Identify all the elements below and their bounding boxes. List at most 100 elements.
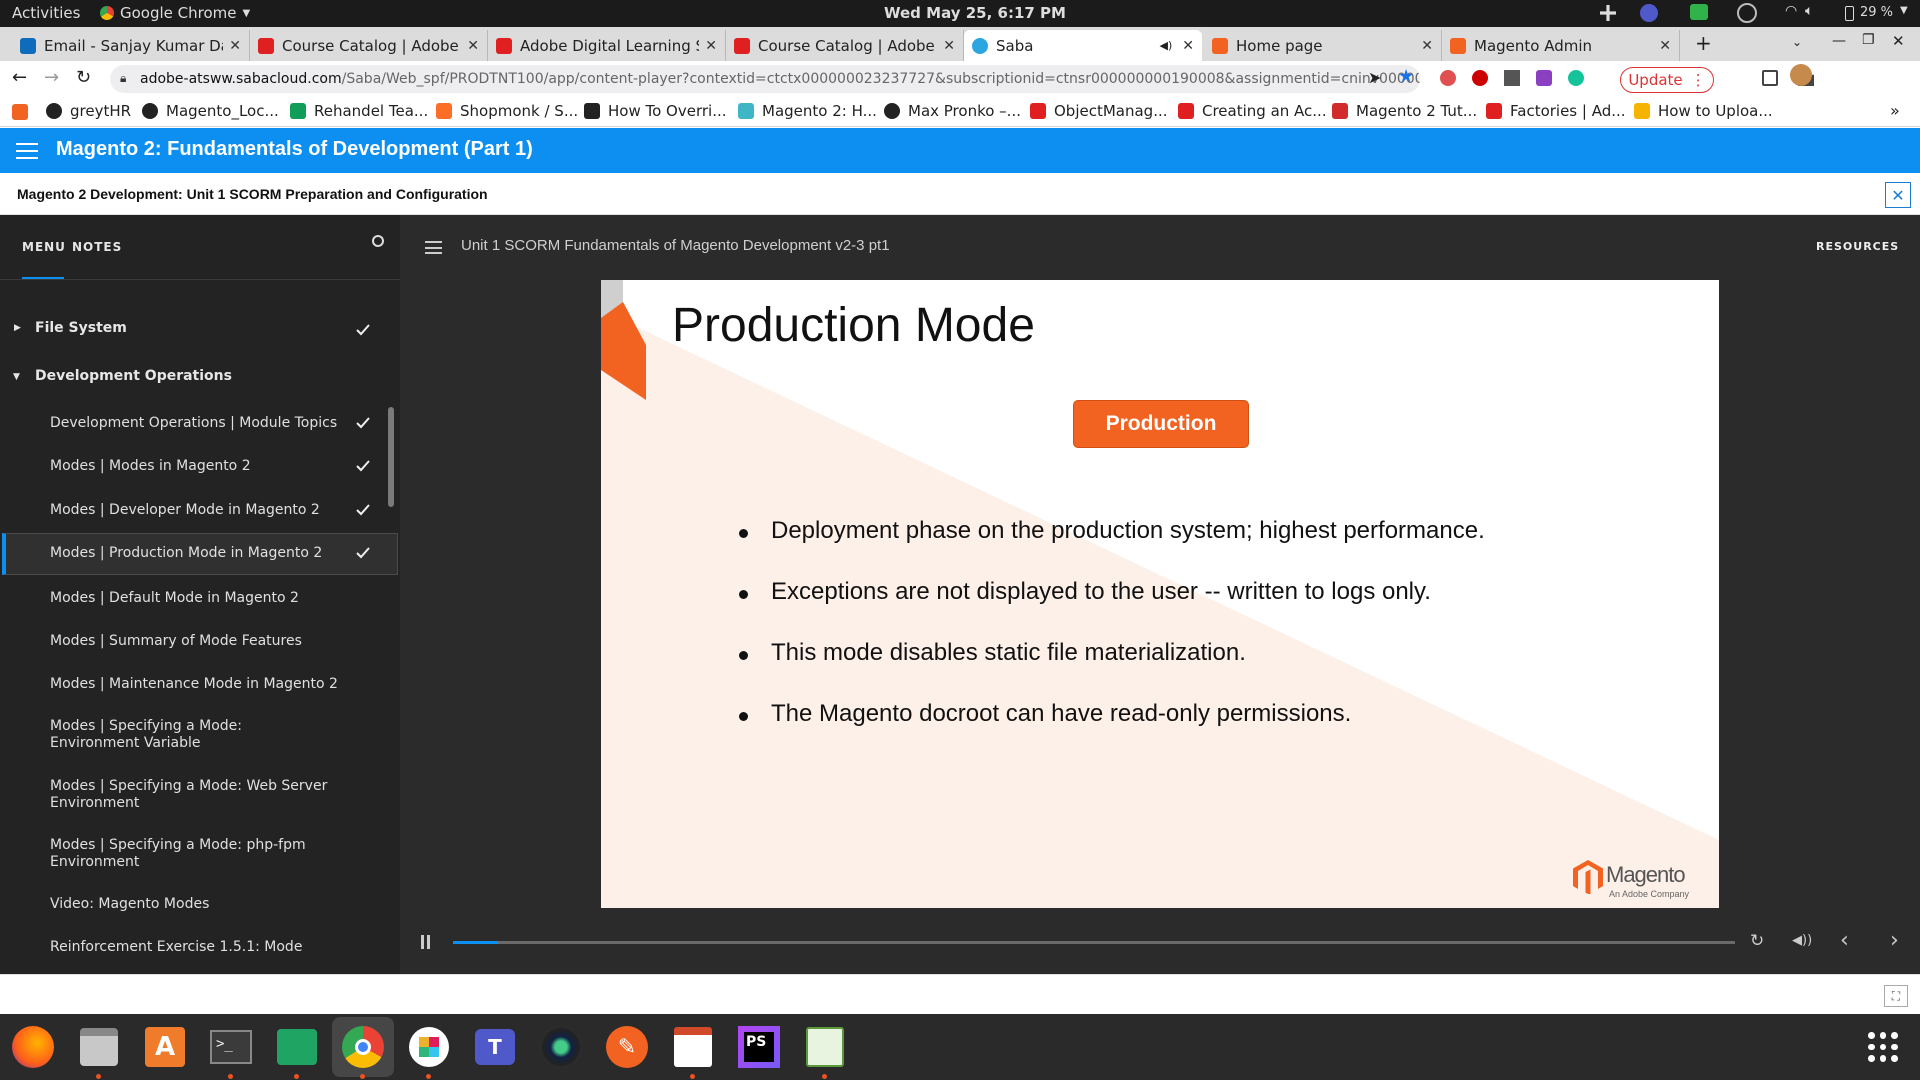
bookmark-how-to-upload[interactable]: How to Uploa...	[1634, 102, 1773, 120]
sidebar-item-module-topics[interactable]: Development Operations | Module Topics	[0, 401, 400, 445]
bookmark-star-icon[interactable]: ★	[1398, 66, 1414, 87]
audio-playing-icon[interactable]: ◀)	[1160, 39, 1173, 52]
chrome-icon[interactable]	[332, 1017, 394, 1077]
new-tab-button[interactable]: +	[1695, 31, 1712, 55]
calendar-ext-icon[interactable]	[1504, 70, 1520, 86]
firefox-icon[interactable]	[8, 1022, 58, 1072]
sidebar-item-summary[interactable]: Modes | Summary of Mode Features	[0, 619, 400, 663]
close-player-button[interactable]: ✕	[1885, 182, 1911, 208]
restore-icon[interactable]: ❐	[1862, 32, 1875, 48]
bookmark-greythr[interactable]: greytHR	[46, 102, 131, 120]
sync-tray-icon[interactable]	[1737, 3, 1757, 23]
hamburger-menu-icon[interactable]	[16, 143, 38, 159]
previous-slide-icon[interactable]: ‹	[1840, 928, 1849, 953]
software-icon[interactable]: A	[140, 1022, 190, 1072]
sidebar-item-php-fpm[interactable]: Modes | Specifying a Mode: php-fpm Envir…	[0, 827, 400, 885]
next-slide-icon[interactable]: ›	[1890, 928, 1899, 953]
tab-saba[interactable]: Saba ◀) ✕	[964, 30, 1202, 61]
tab-search-icon[interactable]: ⌄	[1792, 35, 1802, 49]
tab-course-catalog-1[interactable]: Course Catalog | Adobe D ✕	[250, 30, 488, 61]
bookmark-shopmonk[interactable]: Shopmonk / S...	[436, 102, 578, 120]
side-panel-icon[interactable]	[1762, 70, 1778, 86]
grammarly-icon[interactable]	[1568, 70, 1584, 86]
bookmark-rehandel[interactable]: Rehandel Tea...	[290, 102, 428, 120]
bookmark-magento2-h[interactable]: Magento 2: H...	[738, 102, 877, 120]
tab-home-page[interactable]: Home page ✕	[1204, 30, 1442, 61]
send-tab-icon[interactable]: ➤	[1368, 68, 1381, 87]
section-development-operations[interactable]: ▼ Development Operations	[0, 368, 400, 390]
more-bookmarks-icon[interactable]: »	[1890, 101, 1900, 120]
sidebar-item-env-variable[interactable]: Modes | Specifying a Mode: Environment V…	[0, 707, 400, 765]
volume-icon[interactable]: 🔈︎	[1805, 3, 1813, 19]
sidebar-item-reinforcement[interactable]: Reinforcement Exercise 1.5.1: Mode	[0, 931, 400, 974]
replay-icon[interactable]: ↻	[1750, 931, 1764, 951]
sidebar-item-video[interactable]: Video: Magento Modes	[0, 887, 400, 931]
tab-notes[interactable]: NOTES	[72, 240, 122, 254]
sidebar-item-default-mode[interactable]: Modes | Default Mode in Magento 2	[0, 575, 400, 619]
back-icon[interactable]: ←	[12, 67, 27, 88]
terminal-icon[interactable]: >_	[206, 1022, 256, 1072]
fullscreen-icon[interactable]: ⛶	[1884, 985, 1908, 1007]
close-icon[interactable]: ✕	[1182, 38, 1194, 54]
bookmark-magento2-tut[interactable]: Magento 2 Tut...	[1332, 102, 1477, 120]
camera-icon[interactable]	[536, 1022, 586, 1072]
system-menu-icon[interactable]: ▼	[1900, 5, 1908, 16]
minimize-icon[interactable]: —	[1832, 33, 1846, 49]
editor-icon[interactable]	[668, 1022, 718, 1072]
phpstorm-icon[interactable]: PS	[734, 1022, 784, 1072]
resources-button[interactable]: RESOURCES	[1816, 240, 1899, 253]
close-icon[interactable]: ✕	[1421, 38, 1433, 54]
slack-icon[interactable]	[404, 1022, 454, 1072]
st-ext-icon[interactable]	[1536, 70, 1552, 86]
magento-bookmark-icon[interactable]	[12, 104, 28, 120]
bookmark-creating-an-ac[interactable]: Creating an Ac...	[1178, 102, 1327, 120]
search-icon[interactable]	[372, 235, 384, 247]
teams-icon[interactable]: T	[470, 1022, 520, 1072]
progress-track[interactable]	[453, 941, 1735, 944]
battery-percent[interactable]: 29 %	[1860, 5, 1893, 20]
close-icon[interactable]: ✕	[229, 38, 241, 54]
bookmark-factories[interactable]: Factories | Ad...	[1486, 102, 1626, 120]
app-menu[interactable]: Google Chrome ▼	[100, 4, 250, 22]
update-button[interactable]: Update ⋮	[1620, 67, 1714, 93]
address-bar[interactable]: 🔒︎ adobe-atsww.sabacloud.com/Saba/Web_sp…	[110, 65, 1420, 93]
teams-tray-icon[interactable]	[1640, 4, 1658, 22]
bookmark-max-pronko[interactable]: Max Pronko –...	[884, 102, 1021, 120]
section-file-system[interactable]: ▶ File System	[0, 320, 400, 342]
bookmark-objectmanager[interactable]: ObjectManag...	[1030, 102, 1168, 120]
tab-magento-admin[interactable]: Magento Admin ✕	[1442, 30, 1680, 61]
spreadsheet-icon[interactable]	[800, 1022, 850, 1072]
adblock-icon[interactable]	[1472, 70, 1488, 86]
clock[interactable]: Wed May 25, 6:17 PM	[884, 4, 1066, 22]
slack-tray-icon[interactable]	[1600, 5, 1616, 21]
bookmark-magento-loc[interactable]: Magento_Loc...	[142, 102, 279, 120]
close-icon[interactable]: ✕	[467, 38, 479, 54]
inkscape-icon[interactable]: ✎	[602, 1022, 652, 1072]
window-close-icon[interactable]: ✕	[1892, 32, 1905, 50]
show-apps-icon[interactable]	[1868, 1032, 1898, 1062]
sidebar-item-developer-mode[interactable]: Modes | Developer Mode in Magento 2	[0, 489, 400, 533]
sidebar-item-maintenance[interactable]: Modes | Maintenance Mode in Magento 2	[0, 663, 400, 707]
wifi-icon[interactable]: ◠	[1785, 3, 1797, 19]
reload-icon[interactable]: ↻	[76, 67, 91, 88]
sidebar-item-web-server[interactable]: Modes | Specifying a Mode: Web Server En…	[0, 767, 400, 825]
chat-tray-icon[interactable]	[1690, 4, 1708, 20]
files-icon[interactable]	[74, 1022, 124, 1072]
volume-icon[interactable]: ◀))	[1792, 933, 1812, 948]
tab-adobe-digital-learning[interactable]: Adobe Digital Learning Se ✕	[488, 30, 726, 61]
profile-avatar[interactable]	[1790, 64, 1812, 86]
sidebar-item-modes-in-magento[interactable]: Modes | Modes in Magento 2	[0, 445, 400, 489]
activities-button[interactable]: Activities	[12, 4, 80, 22]
pause-icon[interactable]	[421, 935, 424, 949]
close-icon[interactable]: ✕	[943, 38, 955, 54]
lock-icon[interactable]: 🔒︎	[120, 71, 126, 86]
close-icon[interactable]: ✕	[1659, 38, 1671, 54]
sidebar-item-production-mode[interactable]: Modes | Production Mode in Magento 2	[2, 533, 398, 575]
bookmark-how-to-override[interactable]: How To Overri...	[584, 102, 727, 120]
tab-email[interactable]: Email - Sanjay Kumar Das ✕	[12, 30, 250, 61]
tab-course-catalog-2[interactable]: Course Catalog | Adobe D ✕	[726, 30, 964, 61]
tab-menu[interactable]: MENU	[22, 240, 66, 254]
close-icon[interactable]: ✕	[705, 38, 717, 54]
outline-menu-icon[interactable]	[425, 241, 442, 254]
extension-icon[interactable]	[1440, 70, 1456, 86]
